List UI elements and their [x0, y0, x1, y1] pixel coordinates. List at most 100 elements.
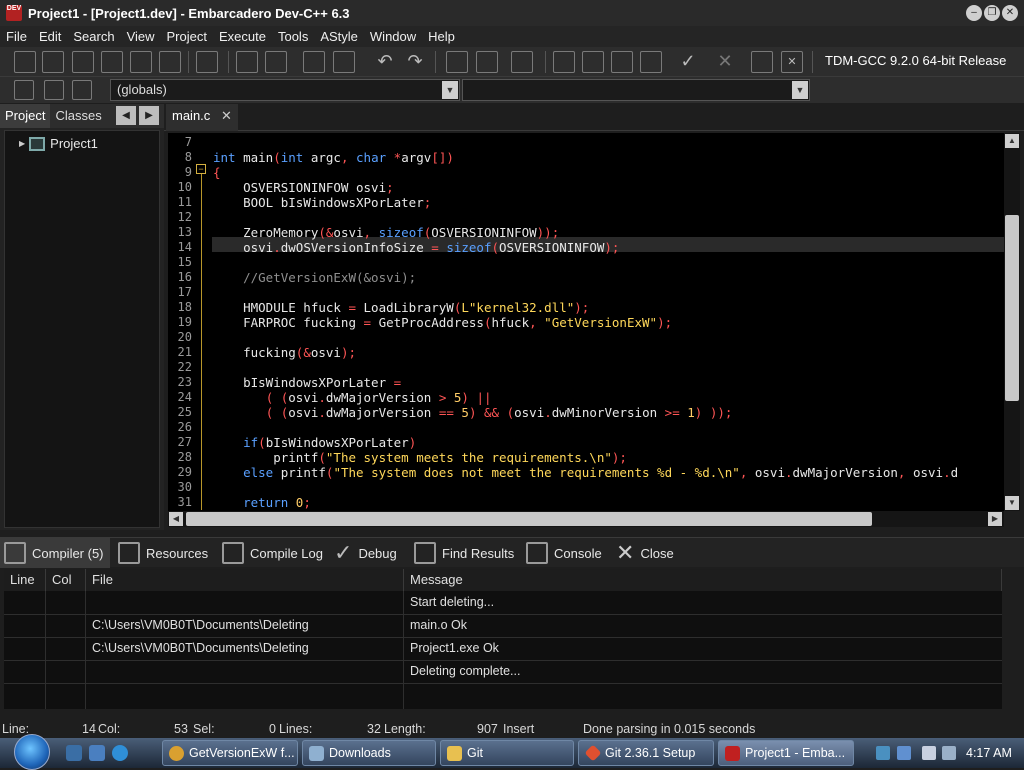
clock[interactable]: 4:17 AM — [966, 738, 1012, 768]
undo-icon[interactable]: ↶ — [374, 51, 396, 73]
scroll-left-icon[interactable]: ◀ — [169, 512, 183, 526]
save-all-icon[interactable] — [101, 51, 123, 73]
tab-project[interactable]: Project — [0, 104, 51, 128]
tab-compiler[interactable]: Compiler (5) — [0, 538, 110, 568]
editor-horizontal-scrollbar[interactable]: ◀ ▶ — [168, 511, 1004, 527]
show-desktop-icon[interactable] — [66, 745, 82, 761]
compile-run-icon[interactable] — [611, 51, 633, 73]
code-editor[interactable]: 7 8 9 10 11 12 13 14 15 16 17 18 19 20 21 22 23 24 25 26 27 2… — [168, 133, 1004, 511]
horizontal-scroll-thumb[interactable] — [186, 512, 872, 526]
column-header-col[interactable]: Col — [46, 569, 86, 591]
explorer-icon[interactable] — [89, 745, 105, 761]
taskbar-item-downloads[interactable]: Downloads — [302, 740, 436, 766]
close-file-icon[interactable] — [130, 51, 152, 73]
task-label: GetVersionExW f... — [189, 746, 295, 760]
scroll-up-icon[interactable]: ▲ — [1005, 134, 1019, 148]
ie-icon[interactable] — [112, 745, 128, 761]
add-to-project-icon[interactable] — [446, 51, 468, 73]
network-icon[interactable] — [876, 746, 890, 760]
remove-from-project-icon[interactable] — [476, 51, 498, 73]
save-icon[interactable] — [72, 51, 94, 73]
chevron-left-icon[interactable]: ◀ — [116, 106, 136, 125]
goto-line-icon[interactable] — [303, 51, 325, 73]
abort-compile-icon[interactable]: ✕ — [714, 51, 736, 73]
close-icon[interactable]: ✕ — [221, 104, 232, 128]
rebuild-all-icon[interactable] — [640, 51, 662, 73]
menu-window[interactable]: Window — [364, 29, 422, 44]
status-lines-label: Lines: — [279, 722, 313, 736]
editor-vertical-scrollbar[interactable]: ▲ ▼ — [1004, 133, 1020, 511]
tab-console[interactable]: Console — [522, 538, 602, 568]
compiler-select[interactable]: TDM-GCC 9.2.0 64-bit Release — [820, 50, 1020, 72]
compile-icon[interactable] — [553, 51, 575, 73]
devcpp-app-icon[interactable]: DEV — [6, 5, 22, 21]
expand-icon[interactable]: ▶ — [19, 139, 25, 148]
replace-icon[interactable] — [265, 51, 287, 73]
volume-icon[interactable] — [942, 746, 956, 760]
taskbar-item-git-setup[interactable]: Git 2.36.1 Setup — [578, 740, 714, 766]
line-number: 11 — [177, 195, 192, 209]
goto-bookmark2-icon[interactable] — [72, 80, 92, 100]
close-all-icon[interactable] — [159, 51, 181, 73]
symbol-combo[interactable]: ▼ — [462, 79, 810, 101]
tab-resources[interactable]: Resources — [114, 538, 208, 568]
menu-edit[interactable]: Edit — [33, 29, 67, 44]
run-icon[interactable] — [582, 51, 604, 73]
menu-view[interactable]: View — [121, 29, 161, 44]
compiler-results-table[interactable]: Line Col File Message Start deleting... … — [4, 569, 1002, 709]
redo-icon[interactable]: ↷ — [404, 51, 426, 73]
new-file-icon[interactable] — [14, 51, 36, 73]
goto-bookmark-icon[interactable] — [333, 51, 355, 73]
scroll-right-icon[interactable]: ▶ — [988, 512, 1002, 526]
insert-icon[interactable] — [14, 80, 34, 100]
profile-icon[interactable] — [751, 51, 773, 73]
action-center-icon[interactable] — [922, 746, 936, 760]
taskbar-item-devcpp[interactable]: Project1 - Emba... — [718, 740, 854, 766]
restore-button[interactable]: ❐ — [984, 5, 1000, 21]
syntax-check-icon[interactable]: ✓ — [677, 51, 699, 73]
line-number: 14 — [177, 240, 192, 254]
column-header-file[interactable]: File — [86, 569, 404, 591]
menu-project[interactable]: Project — [161, 29, 213, 44]
delete-profile-icon[interactable]: ✕ — [781, 51, 803, 73]
close-panel-button[interactable]: ✕ Close — [612, 538, 674, 568]
tab-main-c[interactable]: main.c ✕ — [166, 104, 238, 131]
tree-item-project1[interactable]: ▶ Project1 — [19, 136, 98, 151]
tab-compile-log[interactable]: Compile Log — [218, 538, 323, 568]
find-icon[interactable] — [236, 51, 258, 73]
vertical-scroll-thumb[interactable] — [1005, 215, 1019, 401]
project-tree[interactable]: ▶ Project1 — [4, 130, 160, 528]
taskbar-item-chrome[interactable]: GetVersionExW f... — [162, 740, 298, 766]
start-button[interactable] — [14, 734, 50, 770]
taskbar-item-git[interactable]: Git — [440, 740, 574, 766]
task-label: Git 2.36.1 Setup — [605, 746, 696, 760]
tab-classes[interactable]: Classes — [50, 104, 106, 128]
toggle-bookmark-icon[interactable] — [44, 80, 64, 100]
column-divider — [45, 591, 46, 709]
column-header-line[interactable]: Line — [4, 569, 46, 591]
column-header-message[interactable]: Message — [404, 569, 1002, 591]
line-number: 18 — [177, 300, 192, 314]
window-title: Project1 - [Project1.dev] - Embarcadero … — [28, 5, 350, 21]
scroll-down-icon[interactable]: ▼ — [1005, 496, 1019, 510]
print-icon[interactable] — [196, 51, 218, 73]
task-label: Downloads — [329, 746, 391, 760]
open-file-icon[interactable] — [42, 51, 64, 73]
tab-find-results[interactable]: Find Results — [410, 538, 514, 568]
menu-file[interactable]: File — [0, 29, 33, 44]
project-options-icon[interactable] — [511, 51, 533, 73]
close-window-button[interactable]: ✕ — [1002, 5, 1018, 21]
menu-astyle[interactable]: AStyle — [314, 29, 364, 44]
menu-execute[interactable]: Execute — [213, 29, 272, 44]
chevron-down-icon[interactable]: ▼ — [442, 81, 458, 99]
minimize-button[interactable]: – — [966, 5, 982, 21]
menu-search[interactable]: Search — [67, 29, 120, 44]
chevron-right-icon[interactable]: ▶ — [139, 106, 159, 125]
tray-app-icon[interactable] — [897, 746, 911, 760]
fold-collapse-icon[interactable]: − — [196, 164, 206, 174]
scope-combo[interactable]: (globals) ▼ — [110, 79, 460, 101]
chevron-down-icon[interactable]: ▼ — [792, 81, 808, 99]
tab-debug[interactable]: ✓ Debug — [330, 538, 397, 568]
menu-tools[interactable]: Tools — [272, 29, 314, 44]
menu-help[interactable]: Help — [422, 29, 461, 44]
